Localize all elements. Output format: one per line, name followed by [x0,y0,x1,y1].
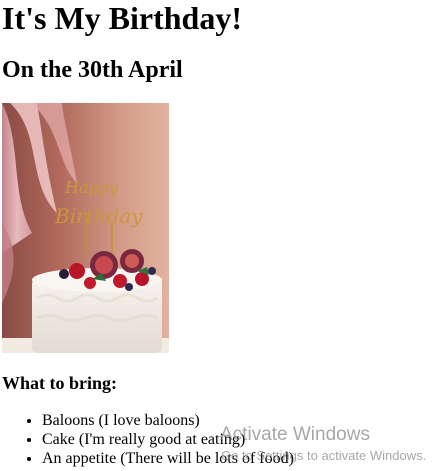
page: It's My Birthday! On the 30th April Happ… [0,0,448,471]
page-subtitle: On the 30th April [2,57,183,83]
list-item: An appetite (There will be lots of food) [42,449,294,468]
bring-list: Baloons (I love baloons) Cake (I'm reall… [2,411,294,468]
list-item: Baloons (I love baloons) [42,411,294,430]
bring-heading: What to bring: [2,373,118,393]
topper-line1: Happy [64,178,119,197]
topper-line2: Birthday [54,204,143,228]
page-title: It's My Birthday! [2,0,242,36]
list-item: Cake (I'm really good at eating) [42,430,294,449]
birthday-cake-image: Happy Birthday [2,103,169,353]
